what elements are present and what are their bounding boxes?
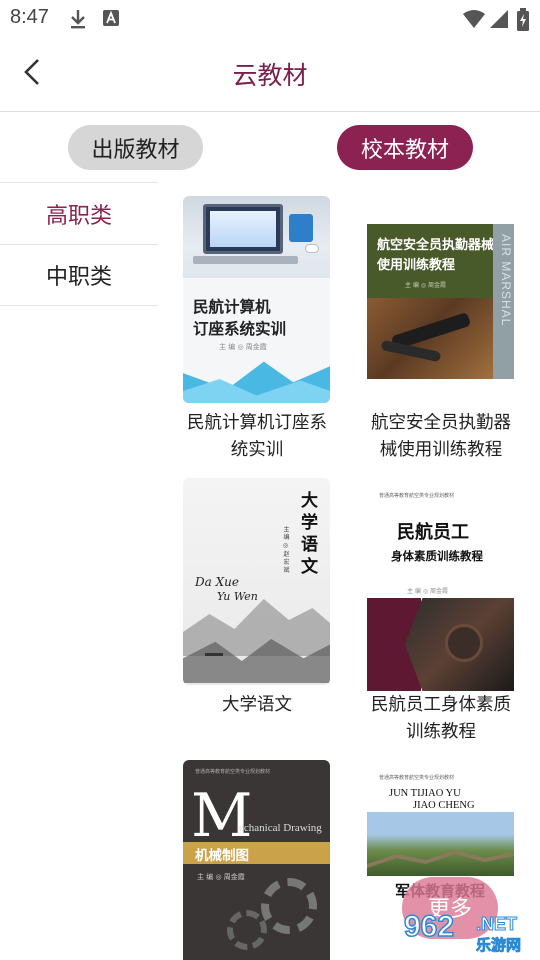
book-title: 大学语文 bbox=[177, 692, 337, 719]
book-card[interactable]: 普通高等教育航空类专业规划教材 民航员工 身体素质训练教程 主 编 ◎ 周金霞 … bbox=[364, 486, 524, 748]
cover-english-title: JIAO CHENG bbox=[413, 800, 475, 811]
book-title-line: 民航计算机订座系 bbox=[187, 413, 327, 433]
book-cover: 航空安全员执勤器械 使用训练教程 主 编 ◎ 周金霞 AIR MARSHAL bbox=[367, 224, 514, 379]
cover-title-line: 学 bbox=[301, 513, 318, 533]
tab-school-textbooks[interactable]: 校本教材 bbox=[337, 125, 473, 170]
category-sidebar: 高职类 中职类 bbox=[0, 182, 158, 306]
cover-author: 主 编 ◎ 周金霞 bbox=[197, 873, 245, 881]
cover-author: 主 编 ◎ 周金霞 bbox=[219, 343, 267, 351]
cover-title-line: 航空安全员执勤器械 bbox=[377, 238, 495, 253]
tab-published-textbooks[interactable]: 出版教材 bbox=[68, 125, 203, 170]
cover-pinyin: Da Xue bbox=[195, 575, 239, 589]
category-item-secondary-vocational[interactable]: 中职类 bbox=[0, 244, 158, 306]
battery-charging-icon bbox=[516, 8, 530, 36]
book-card[interactable]: 大 学 语 文 主 编 ◎ 赵 宏 斌 Da Xue Yu Wen 大学语文 bbox=[180, 478, 340, 718]
cover-series: 普通高等教育航空类专业规划教材 bbox=[195, 769, 271, 775]
cover-title: 机械制图 bbox=[195, 848, 249, 864]
book-cover: 民航计算机 订座系统实训 主 编 ◎ 周金霞 bbox=[183, 196, 330, 403]
signal-icon bbox=[488, 8, 510, 34]
cover-pinyin: Yu Wen bbox=[217, 590, 258, 603]
book-title-line: 械使用训练教程 bbox=[379, 440, 503, 460]
book-title: 航空安全员执勤器 械使用训练教程 bbox=[361, 410, 521, 464]
title-bar: 云教材 bbox=[0, 38, 540, 112]
cover-title-line: 民航计算机 bbox=[193, 298, 271, 316]
cover-english-title: echanical Drawing bbox=[239, 822, 322, 834]
watermark-logo: 962 .NET 乐游网 bbox=[400, 909, 538, 958]
cover-title-line: 文 bbox=[301, 557, 318, 577]
cover-side-text: AIR MARSHAL bbox=[499, 234, 513, 327]
book-title-line: 大学语文 bbox=[222, 695, 292, 715]
page-title: 云教材 bbox=[232, 61, 308, 90]
wifi-icon bbox=[462, 8, 486, 34]
cover-author: 主 编 ◎ 周金霞 bbox=[407, 588, 448, 595]
cover-title-line: 语 bbox=[301, 535, 318, 555]
cover-author: 主 编 ◎ 周金霞 bbox=[405, 282, 446, 289]
book-cover: 普通高等教育航空类专业规划教材 民航员工 身体素质训练教程 主 编 ◎ 周金霞 bbox=[367, 486, 514, 691]
book-title: 民航员工身体素质 训练教程 bbox=[361, 692, 521, 746]
book-card[interactable]: 航空安全员执勤器械 使用训练教程 主 编 ◎ 周金霞 AIR MARSHAL 航… bbox=[364, 224, 524, 471]
book-cover: 普通高等教育航空类专业规划教材 M echanical Drawing 机械制图… bbox=[183, 760, 330, 960]
cover-title-line: 大 bbox=[301, 491, 318, 511]
cover-series: 普通高等教育航空类专业规划教材 bbox=[379, 493, 455, 499]
cover-title-line: 民航员工 bbox=[397, 522, 469, 543]
watermark-domain: .NET bbox=[475, 914, 518, 935]
watermark-chinese: 乐游网 bbox=[476, 936, 522, 955]
font-a-icon bbox=[102, 8, 120, 32]
category-item-higher-vocational[interactable]: 高职类 bbox=[0, 182, 158, 244]
book-cover: 大 学 语 文 主 编 ◎ 赵 宏 斌 Da Xue Yu Wen bbox=[183, 478, 330, 685]
book-title-line: 民航员工身体素质 bbox=[371, 695, 511, 715]
cover-series: 普通高等教育航空类专业规划教材 bbox=[379, 775, 455, 781]
book-title-line: 统实训 bbox=[230, 440, 284, 460]
status-time: 8:47 bbox=[10, 6, 49, 28]
book-title-line: 航空安全员执勤器 bbox=[371, 413, 511, 433]
book-card[interactable]: 普通高等教育航空类专业规划教材 M echanical Drawing 机械制图… bbox=[180, 760, 340, 960]
cover-title-line: 使用训练教程 bbox=[377, 258, 456, 273]
book-title: 民航计算机订座系 统实训 bbox=[177, 410, 337, 464]
download-icon bbox=[68, 8, 88, 34]
cover-title-line: 身体素质训练教程 bbox=[391, 549, 483, 563]
cover-english-title: JUN TIJIAO YU bbox=[389, 788, 461, 799]
cover-big-letter: M bbox=[191, 781, 253, 851]
status-bar: 8:47 bbox=[0, 0, 540, 38]
book-card[interactable]: 民航计算机 订座系统实训 主 编 ◎ 周金霞 民航计算机订座系 统实训 bbox=[180, 196, 340, 471]
book-title-line: 训练教程 bbox=[406, 722, 476, 742]
watermark-number: 962 bbox=[403, 909, 455, 944]
cover-title-line: 订座系统实训 bbox=[193, 320, 287, 338]
cover-author: 主 编 ◎ 赵 宏 斌 bbox=[282, 526, 289, 573]
